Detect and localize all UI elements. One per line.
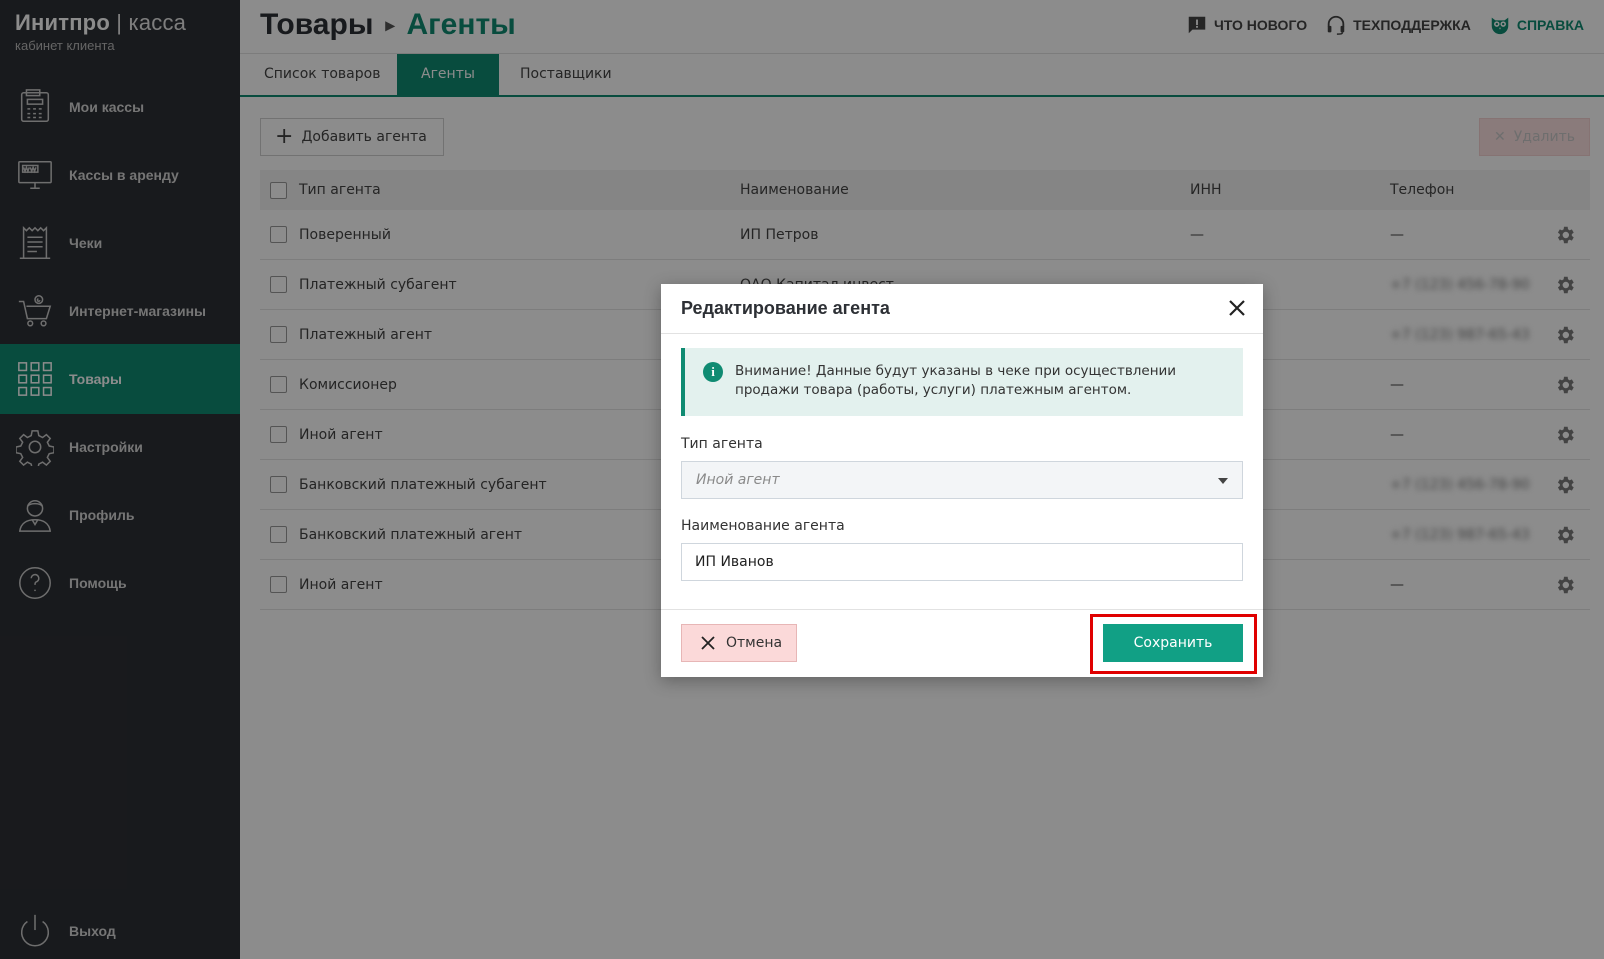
dialog-title: Редактирование агента	[681, 298, 890, 318]
agent-type-label: Тип агента	[681, 436, 763, 452]
agent-name-label: Наименование агента	[681, 518, 845, 534]
agent-name-input[interactable]: ИП Иванов	[681, 543, 1243, 581]
agent-type-value: Иной агент	[696, 472, 780, 488]
close-button[interactable]	[1225, 296, 1249, 320]
cancel-label: Отмена	[726, 635, 783, 651]
close-icon	[701, 636, 715, 650]
close-icon	[1229, 300, 1245, 316]
info-icon: i	[703, 362, 723, 382]
cancel-button[interactable]: Отмена	[681, 624, 798, 662]
notice-text: Внимание! Данные будут указаны в чеке пр…	[735, 363, 1177, 398]
agent-type-select[interactable]: Иной агент	[681, 461, 1243, 499]
save-highlight-frame	[1090, 614, 1257, 674]
agent-name-value: ИП Иванов	[695, 554, 774, 570]
caret-down-icon	[1218, 478, 1228, 484]
dialog-header: Редактирование агента	[661, 284, 1263, 334]
info-notice: i Внимание! Данные будут указаны в чеке …	[681, 348, 1243, 416]
